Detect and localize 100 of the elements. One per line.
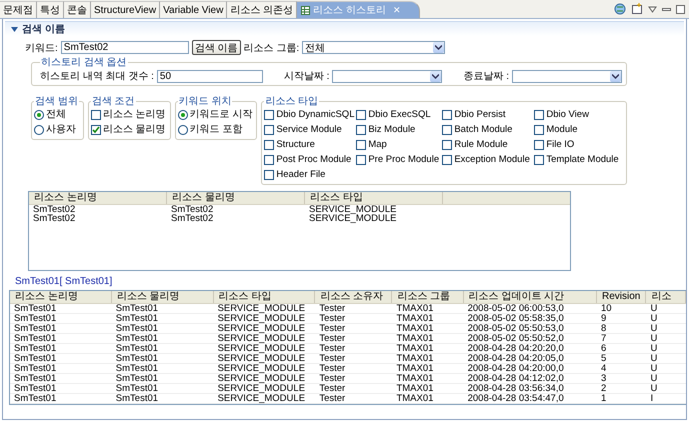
group-dropdown[interactable]: 전체 <box>302 41 446 54</box>
view-tab[interactable]: 리소스 의존성 <box>227 1 298 18</box>
column-header[interactable]: 리소스 업데이트 시간 <box>464 291 597 303</box>
new-window-icon[interactable] <box>631 3 643 15</box>
column-header[interactable]: 리소스 소유자 <box>315 291 392 303</box>
checkbox[interactable] <box>442 110 452 120</box>
end-date-dropdown[interactable] <box>512 70 622 82</box>
checkbox-option[interactable]: Header File <box>264 168 356 181</box>
checkbox[interactable] <box>90 110 101 120</box>
chevron-down-icon <box>435 45 442 50</box>
table-row[interactable]: SmTest01 SmTest01 SERVICE_MODULE Tester TMAX01 2008-04-28 03:56:34,0 2 U <box>10 384 686 394</box>
checkbox-option[interactable]: Dbio Persist <box>442 108 534 121</box>
checkbox[interactable] <box>356 140 366 150</box>
table-row[interactable]: SmTest01 SmTest01 SERVICE_MODULE Tester TMAX01 2008-04-28 03:54:47,0 1 I <box>10 394 686 404</box>
column-header[interactable]: Revision <box>596 291 646 303</box>
checkbox-option[interactable]: Dbio View <box>534 108 622 121</box>
table-cell-text: 2008-04-28 04:20:00,0 <box>466 364 565 373</box>
checkbox[interactable] <box>356 110 366 120</box>
keyword-label: 키워드: <box>25 42 58 54</box>
checkbox[interactable] <box>442 140 452 150</box>
table-row[interactable]: SmTest01 SmTest01 SERVICE_MODULE Tester TMAX01 2008-05-02 05:50:53,0 8 U <box>10 324 686 334</box>
checkbox-option[interactable]: Post Proc Module <box>264 153 356 166</box>
radio-option[interactable]: 키워드 포함 <box>178 123 252 136</box>
max-count-field[interactable]: 50 <box>156 70 263 82</box>
column-header[interactable]: 리소스 논리명 <box>29 192 167 204</box>
view-tab[interactable]: StructureView <box>91 1 160 18</box>
table-cell-text: U <box>649 354 658 363</box>
radio-button[interactable] <box>34 110 44 120</box>
checkbox-option[interactable]: Rule Module <box>442 138 534 151</box>
radio-option[interactable]: 전체 <box>34 108 79 121</box>
table-row[interactable]: SmTest01 SmTest01 SERVICE_MODULE Tester TMAX01 2008-05-02 05:58:35,0 9 U <box>10 314 686 324</box>
table-row[interactable]: SmTest01 SmTest01 SERVICE_MODULE Tester TMAX01 2008-05-02 06:00:53,0 10 U <box>10 304 686 314</box>
column-header[interactable]: 리소스 물리명 <box>112 291 214 303</box>
checkbox[interactable] <box>90 124 101 134</box>
checkbox-option[interactable]: 리소스 물리명 <box>90 123 166 136</box>
checkbox[interactable] <box>534 110 544 120</box>
checkbox[interactable] <box>534 154 544 164</box>
view-tab[interactable]: 특성 <box>37 1 64 18</box>
column-header[interactable]: 리소스 타입 <box>214 291 316 303</box>
checkbox[interactable] <box>264 170 274 180</box>
column-header[interactable]: 리소스 논리명 <box>10 291 112 303</box>
table-cell-text: U <box>649 304 658 313</box>
checkbox-option[interactable]: Template Module <box>534 153 622 166</box>
table-cell-text: SERVICE_MODULE <box>216 344 306 353</box>
view-menu-icon[interactable] <box>648 6 657 12</box>
view-tab[interactable]: 콘솔 <box>64 1 91 18</box>
column-header[interactable]: 리소 <box>646 291 686 303</box>
radio-option[interactable]: 키워드로 시작 <box>178 108 252 121</box>
view-tab[interactable]: 문제점 <box>0 1 37 18</box>
radio-option[interactable]: 사용자 <box>34 123 79 136</box>
chevron-down-icon <box>612 74 620 78</box>
checkbox-option[interactable]: Module <box>534 123 622 136</box>
keyword-field[interactable]: SmTest02 <box>60 41 189 54</box>
checkbox-option[interactable]: Dbio ExecSQL <box>356 108 442 121</box>
table-row[interactable]: SmTest02 SmTest02 SERVICE_MODULE <box>29 214 570 223</box>
checkbox[interactable] <box>264 140 274 150</box>
table-row[interactable]: SmTest01 SmTest01 SERVICE_MODULE Tester TMAX01 2008-05-02 05:50:52,0 7 U <box>10 334 686 344</box>
globe-icon[interactable] <box>614 3 626 15</box>
checkbox-option[interactable]: Batch Module <box>442 123 534 136</box>
checkbox-option[interactable]: File IO <box>534 138 622 151</box>
table-row[interactable]: SmTest01 SmTest01 SERVICE_MODULE Tester TMAX01 2008-04-28 04:20:20,0 6 U <box>10 344 686 354</box>
group-title: 검색 범위 <box>34 95 79 108</box>
checkbox-option[interactable]: 리소스 논리명 <box>90 108 166 121</box>
section-header[interactable]: 검색 이름 <box>5 21 684 36</box>
group-title: 히스토리 검색 옵션 <box>40 56 128 69</box>
table-row[interactable]: SmTest02 SmTest02 SERVICE_MODULE <box>29 205 570 214</box>
checkbox-option[interactable]: Dbio DynamicSQL <box>264 108 356 121</box>
radio-button[interactable] <box>34 124 44 134</box>
checkbox[interactable] <box>356 124 366 134</box>
checkbox-option[interactable]: Structure <box>264 138 356 151</box>
checkbox[interactable] <box>442 154 452 164</box>
table-cell-text: 6 <box>600 344 608 353</box>
radio-button[interactable] <box>178 124 188 134</box>
search-button[interactable]: 검색 이름 <box>192 40 241 55</box>
table-cell-text: 2008-05-02 05:50:53,0 <box>466 324 565 333</box>
checkbox[interactable] <box>264 124 274 134</box>
view-tab[interactable]: Variable View <box>160 1 228 18</box>
table-cell-text: SmTest02 <box>32 205 76 214</box>
checkbox-option[interactable]: Service Module <box>264 123 356 136</box>
checkbox-option[interactable]: Map <box>356 138 442 151</box>
table-row[interactable]: SmTest01 SmTest01 SERVICE_MODULE Tester TMAX01 2008-04-28 04:12:02,0 3 U <box>10 374 686 384</box>
checkbox[interactable] <box>264 110 274 120</box>
maximize-icon[interactable] <box>676 4 685 14</box>
checkbox[interactable] <box>356 154 366 164</box>
checkbox[interactable] <box>442 124 452 134</box>
start-date-dropdown[interactable] <box>332 70 442 82</box>
checkbox-option[interactable]: Biz Module <box>356 123 442 136</box>
checkbox[interactable] <box>534 124 544 134</box>
checkbox-option[interactable]: Pre Proc Module <box>356 153 442 166</box>
checkbox-option[interactable]: Exception Module <box>442 153 534 166</box>
table-row[interactable]: SmTest01 SmTest01 SERVICE_MODULE Tester TMAX01 2008-04-28 04:20:00,0 4 U <box>10 364 686 374</box>
tab-label: 리소스 의존성 <box>230 4 294 17</box>
start-date-label: 시작날짜 : <box>284 70 330 83</box>
column-header[interactable]: 리소스 그룹 <box>392 291 464 303</box>
column-header[interactable]: 리소스 물리명 <box>167 192 305 204</box>
column-header[interactable]: 리소스 타입 <box>305 192 443 204</box>
checkbox[interactable] <box>264 154 274 164</box>
table-row[interactable]: SmTest01 SmTest01 SERVICE_MODULE Tester TMAX01 2008-04-28 04:20:05,0 5 U <box>10 354 686 364</box>
checkbox[interactable] <box>534 140 544 150</box>
radio-button[interactable] <box>178 110 188 120</box>
